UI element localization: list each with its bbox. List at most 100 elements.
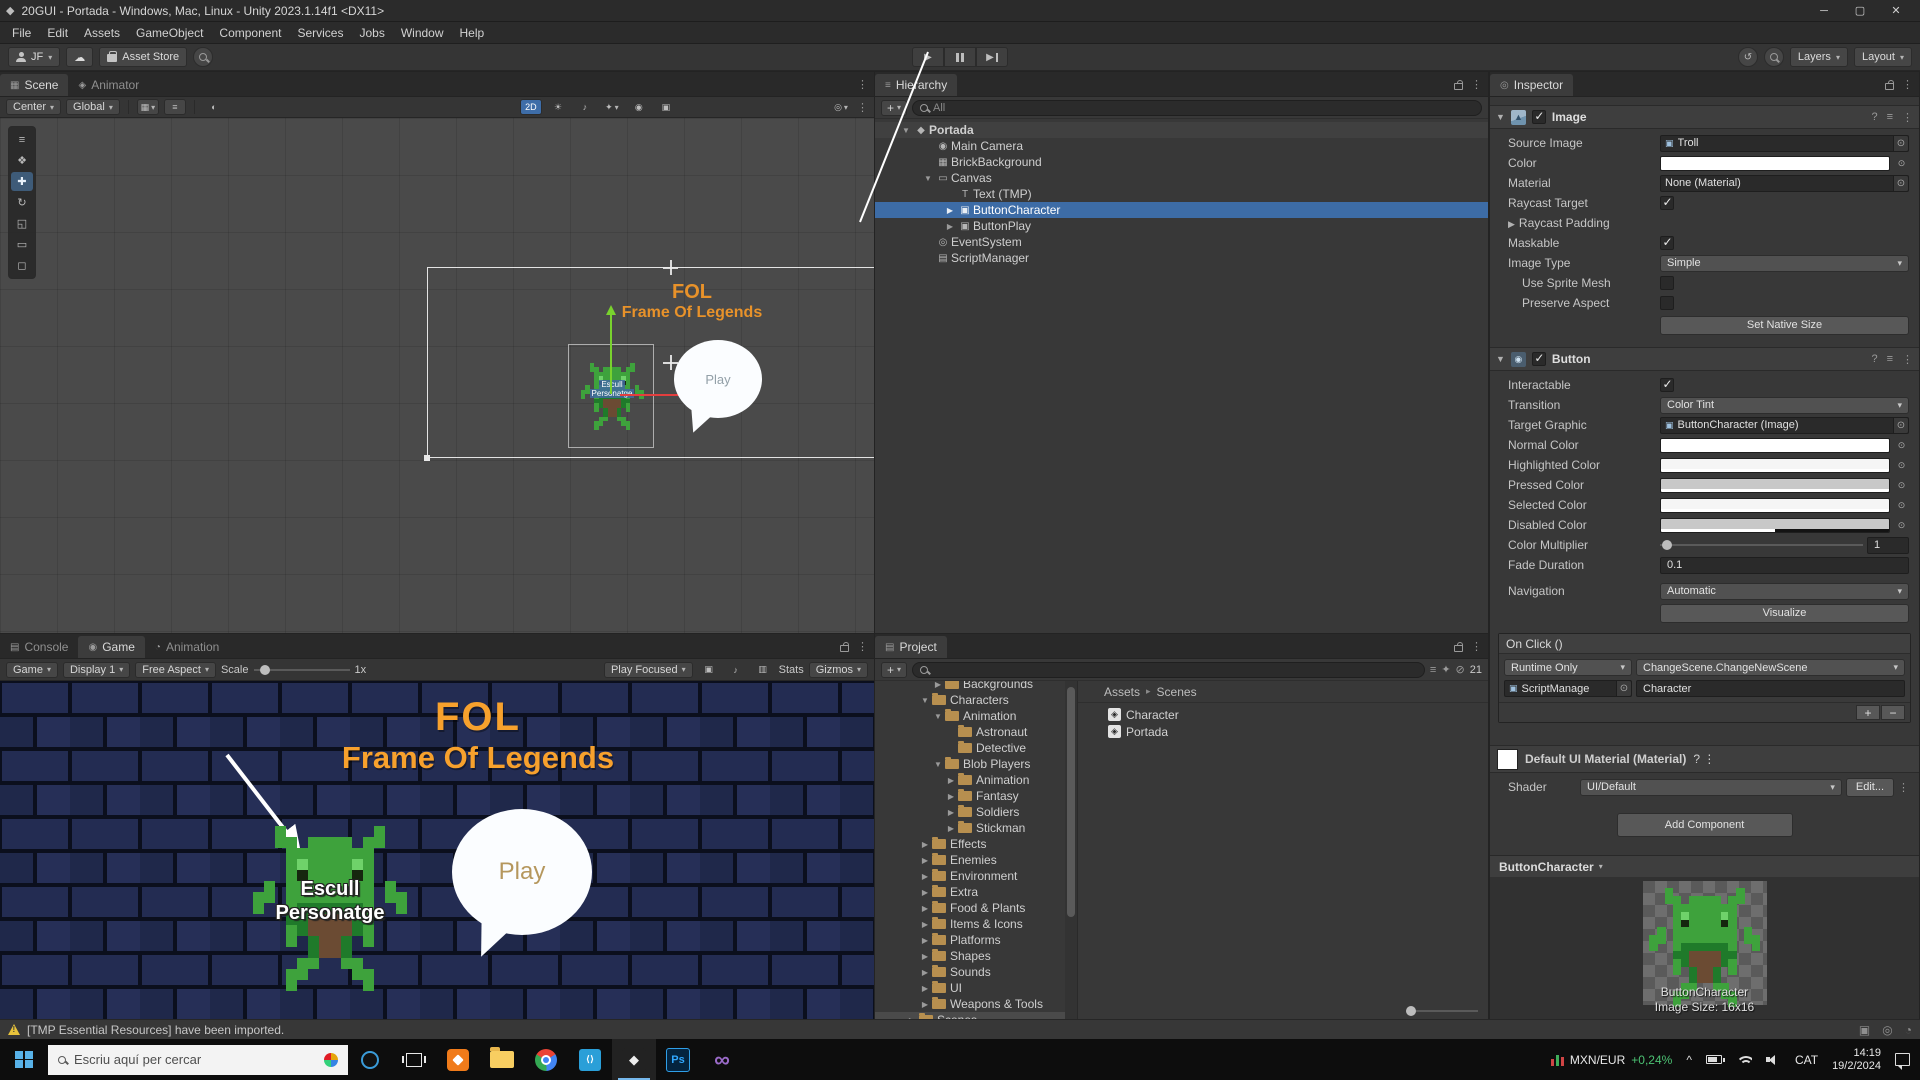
photoshop-button[interactable]: Ps	[656, 1039, 700, 1080]
menu-item[interactable]: Assets	[76, 26, 128, 40]
start-button[interactable]	[0, 1039, 48, 1080]
project-search-input[interactable]	[912, 662, 1425, 678]
scene-tool-button[interactable]: ≡	[11, 130, 33, 149]
edit-shader-button[interactable]: Edit...	[1846, 778, 1894, 797]
eyedropper-icon[interactable]: ⊙	[1894, 498, 1909, 513]
menu-item[interactable]: Edit	[39, 26, 76, 40]
foldout-icon[interactable]: ▼	[1496, 112, 1505, 122]
menu-item[interactable]: GameObject	[128, 26, 211, 40]
tab-inspector[interactable]: ◎ Inspector	[1490, 74, 1573, 96]
cloud-button[interactable]: ☁	[66, 47, 93, 67]
tab-project[interactable]: ▤ Project	[875, 636, 947, 658]
screenshot-button[interactable]: ▣	[698, 662, 720, 678]
task-view-button[interactable]	[392, 1039, 436, 1080]
folder-row[interactable]: Astronaut	[875, 724, 1077, 740]
event-function-dropdown[interactable]: ChangeScene.ChangeNewScene	[1636, 659, 1905, 676]
component-menu-icon[interactable]: ⋮	[1902, 111, 1913, 124]
add-component-button[interactable]: Add Component	[1617, 813, 1793, 837]
expander-icon[interactable]: ▶	[918, 1000, 932, 1009]
folder-row[interactable]: ▶ UI	[875, 980, 1077, 996]
tab-scene[interactable]: ▦ Scene	[0, 74, 68, 96]
color-multiplier-slider[interactable]	[1660, 544, 1863, 546]
folder-row[interactable]: ▼ Animation	[875, 708, 1077, 724]
shader-dropdown[interactable]: UI/Default	[1580, 779, 1842, 796]
scene-lighting-toggle[interactable]: ☀	[547, 99, 569, 115]
stats-toggle[interactable]: Stats	[779, 664, 804, 676]
selected-color-field[interactable]	[1660, 498, 1890, 513]
tab-console[interactable]: ▤ Console	[0, 636, 78, 658]
breadcrumb-root[interactable]: Assets	[1104, 685, 1140, 699]
gizmos-globe-dropdown[interactable]: ◎▾	[830, 99, 852, 115]
help-icon[interactable]: ?	[1693, 752, 1700, 766]
scene-tool-button[interactable]: ▭	[11, 235, 33, 254]
component-menu-icon[interactable]: ⋮	[1703, 752, 1715, 766]
maskable-checkbox[interactable]	[1660, 236, 1674, 250]
hidden-packages-icon[interactable]: ⊘	[1456, 663, 1465, 676]
expander-icon[interactable]: ▶	[944, 776, 958, 785]
expander-icon[interactable]: ▶	[918, 920, 932, 929]
game-viewport[interactable]: FOL Frame Of Legends Escull Personatge P…	[0, 681, 874, 1020]
visual-studio-button[interactable]: ∞	[700, 1039, 744, 1080]
preset-icon[interactable]: ≡	[1887, 353, 1893, 365]
folder-row[interactable]: ▶ Shapes	[875, 948, 1077, 964]
undo-history-button[interactable]: ↺	[1738, 47, 1758, 67]
project-tree-scrollbar[interactable]	[1065, 681, 1077, 1020]
expander-icon[interactable]: ▼	[899, 126, 913, 135]
event-mode-dropdown[interactable]: Runtime Only	[1504, 659, 1632, 676]
lock-icon[interactable]	[840, 645, 849, 652]
expander-icon[interactable]: ▼	[921, 174, 935, 183]
status-message[interactable]: [TMP Essential Resources] have been impo…	[27, 1023, 284, 1037]
mute-audio-button[interactable]: ♪	[725, 662, 747, 678]
color-field[interactable]	[1660, 156, 1890, 171]
global-search-button[interactable]	[1764, 47, 1784, 67]
folder-row[interactable]: ▶ Animation	[875, 772, 1077, 788]
eyedropper-icon[interactable]: ⊙	[1894, 156, 1909, 171]
disabled-color-field[interactable]	[1660, 518, 1890, 533]
expander-icon[interactable]: ▶	[944, 808, 958, 817]
tab-animation[interactable]: ◔ Animation	[145, 636, 229, 658]
cortana-button[interactable]	[348, 1039, 392, 1080]
create-asset-button[interactable]: +▾	[881, 662, 907, 678]
wifi-icon[interactable]	[1736, 1054, 1752, 1066]
pressed-color-field[interactable]	[1660, 478, 1890, 493]
menu-item[interactable]: Help	[452, 26, 493, 40]
expander-icon[interactable]: ▼	[918, 696, 932, 705]
breadcrumb-current[interactable]: Scenes	[1157, 685, 1197, 699]
interactable-checkbox[interactable]	[1660, 378, 1674, 392]
scene-tool-button[interactable]: ◻	[11, 256, 33, 275]
folder-row[interactable]: ▶ Fantasy	[875, 788, 1077, 804]
folder-row[interactable]: ▶ Items & Icons	[875, 916, 1077, 932]
account-button[interactable]: JF ▾	[8, 47, 60, 67]
hierarchy-row[interactable]: ◎ EventSystem	[875, 234, 1488, 250]
unity-search-button[interactable]	[193, 47, 213, 67]
taskbar-search[interactable]: Escriu aquí per cercar	[48, 1045, 348, 1075]
hierarchy-search-input[interactable]: All	[912, 100, 1482, 116]
keyboard-layout[interactable]: CAT	[1795, 1053, 1818, 1067]
hierarchy-row[interactable]: ▶ ▣ ButtonPlay	[875, 218, 1488, 234]
expander-icon[interactable]: ▼	[931, 760, 945, 769]
folder-row[interactable]: ▶ Platforms	[875, 932, 1077, 948]
hierarchy-row[interactable]: ◉ Main Camera	[875, 138, 1488, 154]
minimize-button[interactable]: ─	[1806, 0, 1842, 21]
volume-icon[interactable]	[1766, 1054, 1781, 1066]
preview-header[interactable]: ButtonCharacter ▾	[1490, 855, 1919, 877]
currency-widget[interactable]: MXN/EUR +0,24%	[1551, 1053, 1672, 1067]
folder-row[interactable]: ▼ Blob Players	[875, 756, 1077, 772]
panel-menu-icon[interactable]: ⋮	[1471, 78, 1482, 91]
expander-icon[interactable]: ▶	[918, 840, 932, 849]
folder-row[interactable]: ▼ Characters	[875, 692, 1077, 708]
expander-icon[interactable]: ▶	[918, 968, 932, 977]
color-multiplier-input[interactable]: 1	[1867, 537, 1909, 554]
vscode-button[interactable]: ⟨⟩	[568, 1039, 612, 1080]
expander-icon[interactable]: ▶	[944, 792, 958, 801]
layout-dropdown[interactable]: Layout▾	[1854, 47, 1912, 67]
folder-row[interactable]: ▶ Backgrounds	[875, 681, 1077, 692]
orientation-dropdown[interactable]: Global▾	[66, 99, 120, 115]
asset-row[interactable]: ◈ Character	[1078, 706, 1488, 723]
expander-icon[interactable]: ▶	[943, 206, 957, 215]
show-hidden-icons-button[interactable]: ^	[1686, 1053, 1692, 1067]
hierarchy-row[interactable]: ▼ ◆ Portada	[875, 122, 1488, 138]
object-picker-icon[interactable]: ⊙	[1893, 176, 1908, 191]
pivot-dropdown[interactable]: Center▾	[6, 99, 61, 115]
source-image-field[interactable]: ▣ Troll ⊙	[1660, 135, 1909, 152]
